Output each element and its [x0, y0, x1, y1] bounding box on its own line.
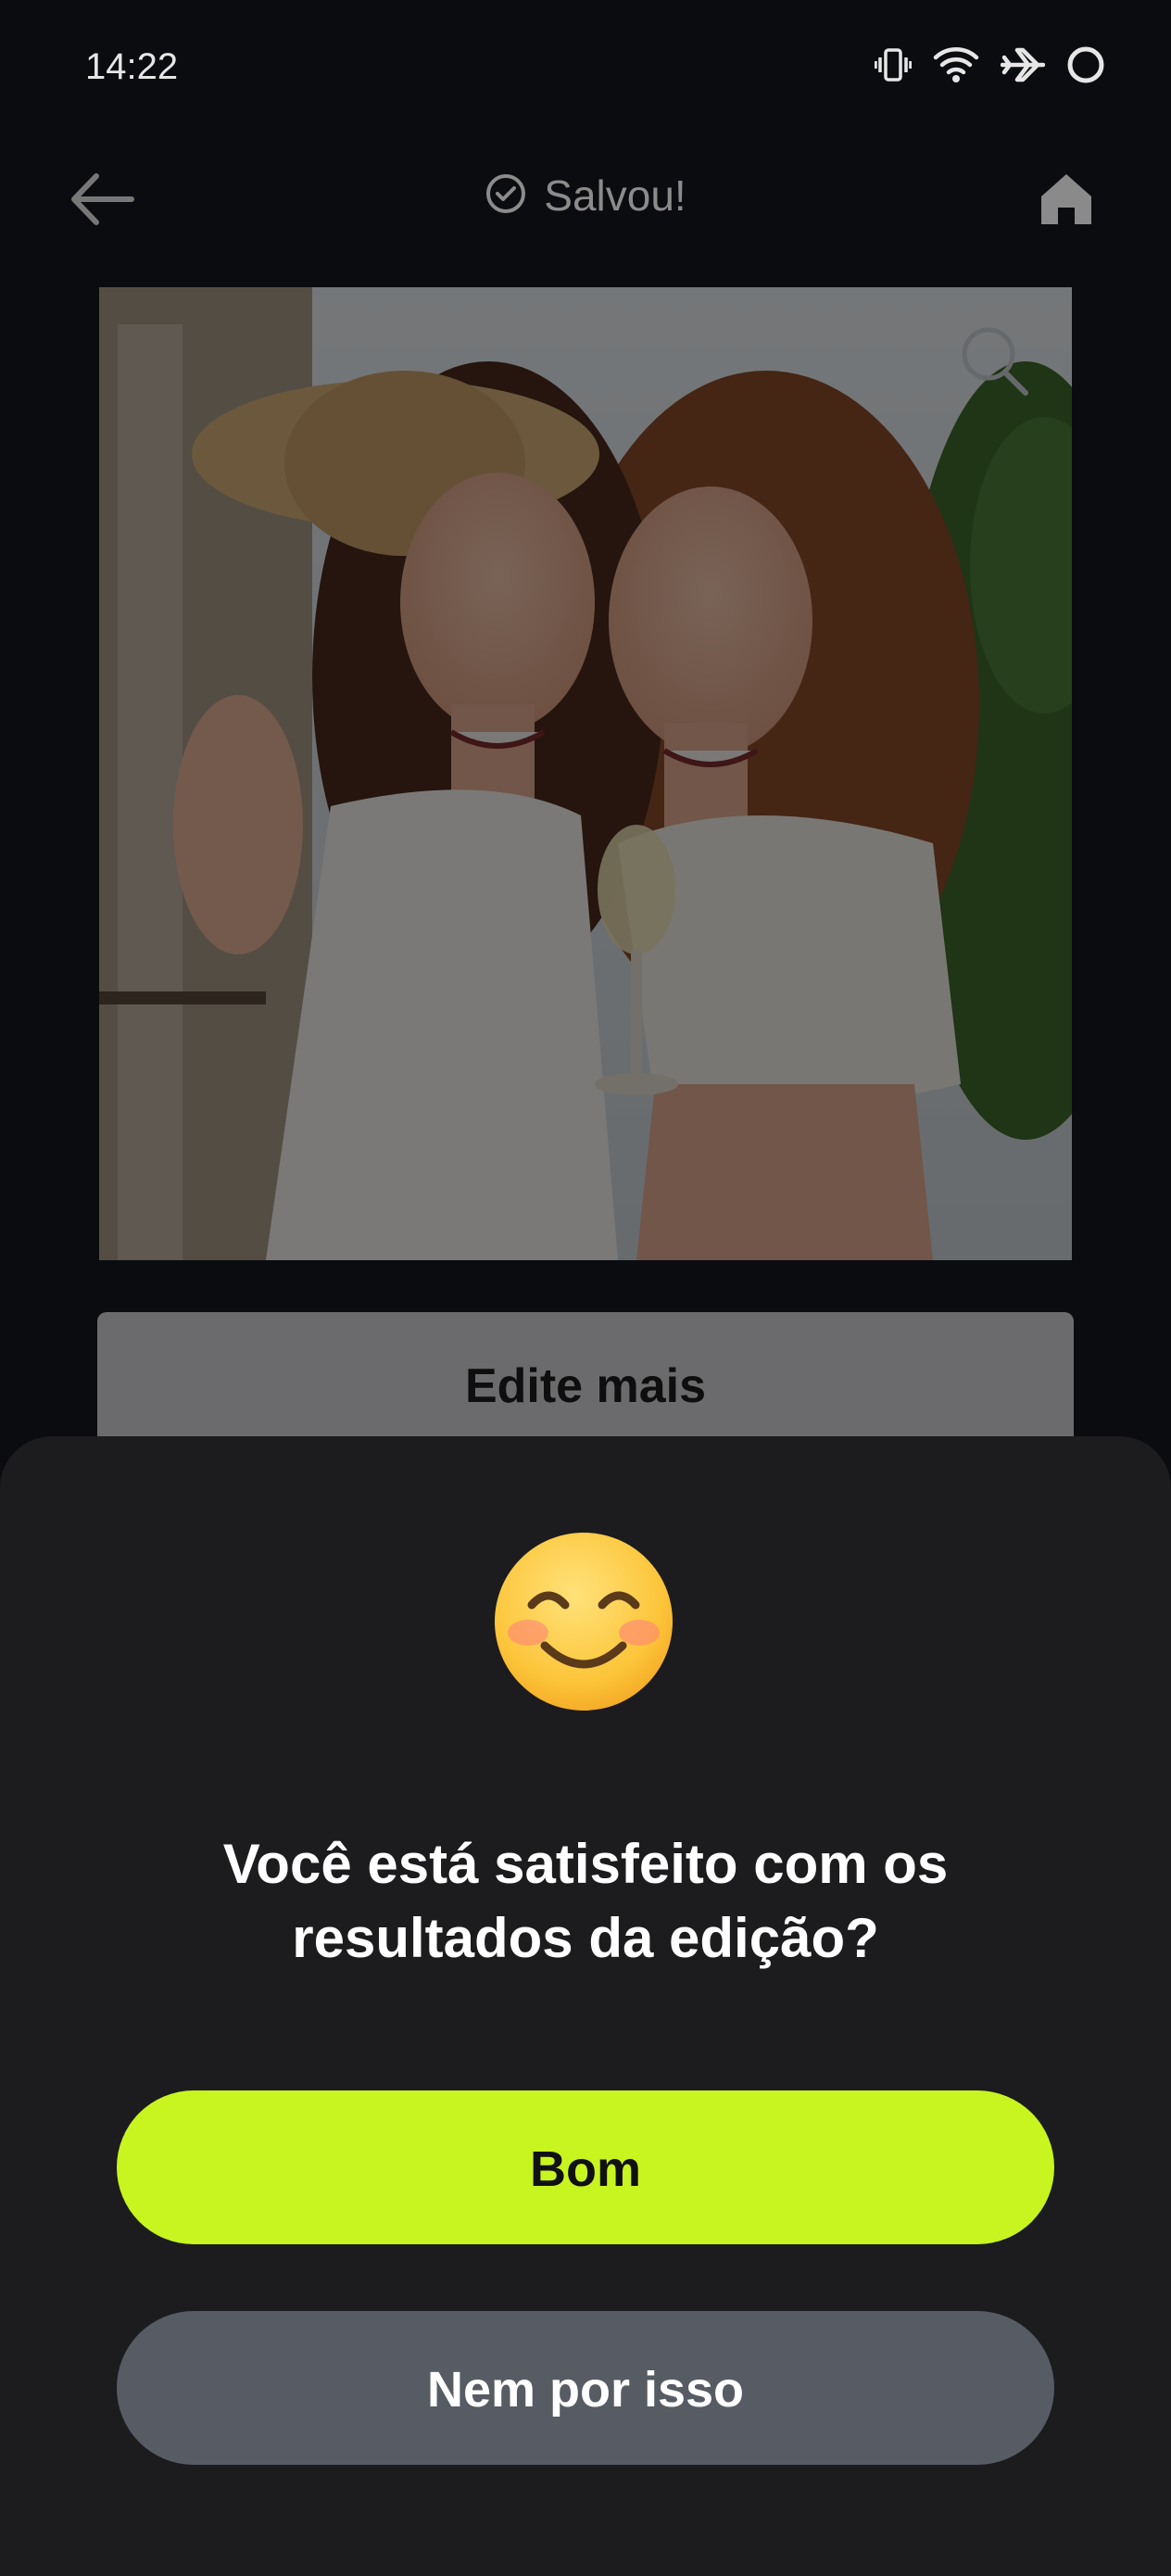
feedback-sheet: Você está satisfeito com os resultados d… [0, 1436, 1171, 2576]
good-button[interactable]: Bom [117, 2090, 1054, 2244]
edited-photo[interactable] [99, 287, 1072, 1260]
check-circle-icon [485, 172, 527, 220]
loading-ring-icon [1065, 44, 1106, 85]
not-really-button-label: Nem por isso [426, 2362, 745, 2418]
not-really-button[interactable]: Nem por isso [117, 2311, 1054, 2465]
status-bar: 14:22 [0, 0, 1171, 139]
status-time: 14:22 [85, 46, 179, 87]
status-icons [875, 44, 1106, 85]
saved-label: Salvou! [544, 171, 686, 220]
vibrate-icon [875, 44, 912, 85]
question-line-1: Você está satisfeito com os [222, 1833, 949, 1895]
wifi-icon [932, 44, 980, 85]
question-line-2: resultados da edição? [292, 1907, 879, 1969]
edit-more-label: Edite mais [464, 1359, 707, 1413]
saved-status: Salvou! [0, 170, 1171, 221]
good-button-label: Bom [530, 2141, 641, 2197]
edit-more-button[interactable]: Edite mais [97, 1312, 1074, 1451]
home-button[interactable] [1036, 169, 1097, 230]
satisfaction-question: Você está satisfeito com os resultados d… [93, 1827, 1078, 1976]
photo-dim-overlay [99, 287, 1072, 1260]
airplane-icon [1001, 44, 1045, 85]
smiling-face-icon [491, 1529, 676, 1714]
top-bar: Salvou! [0, 148, 1171, 250]
home-icon [1041, 174, 1091, 224]
